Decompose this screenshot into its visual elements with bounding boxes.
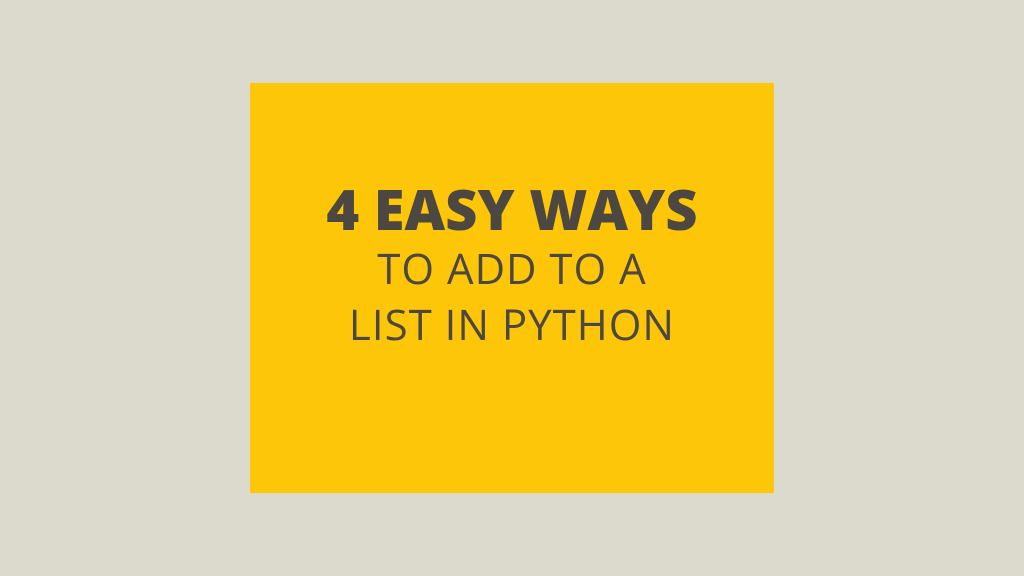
- headline-bold: 4 EASY WAYS: [326, 179, 697, 241]
- title-card: 4 EASY WAYS TO ADD TO A LIST IN PYTHON: [250, 83, 774, 493]
- headline-line-2: TO ADD TO A: [377, 241, 646, 298]
- headline-line-3: LIST IN PYTHON: [349, 297, 675, 354]
